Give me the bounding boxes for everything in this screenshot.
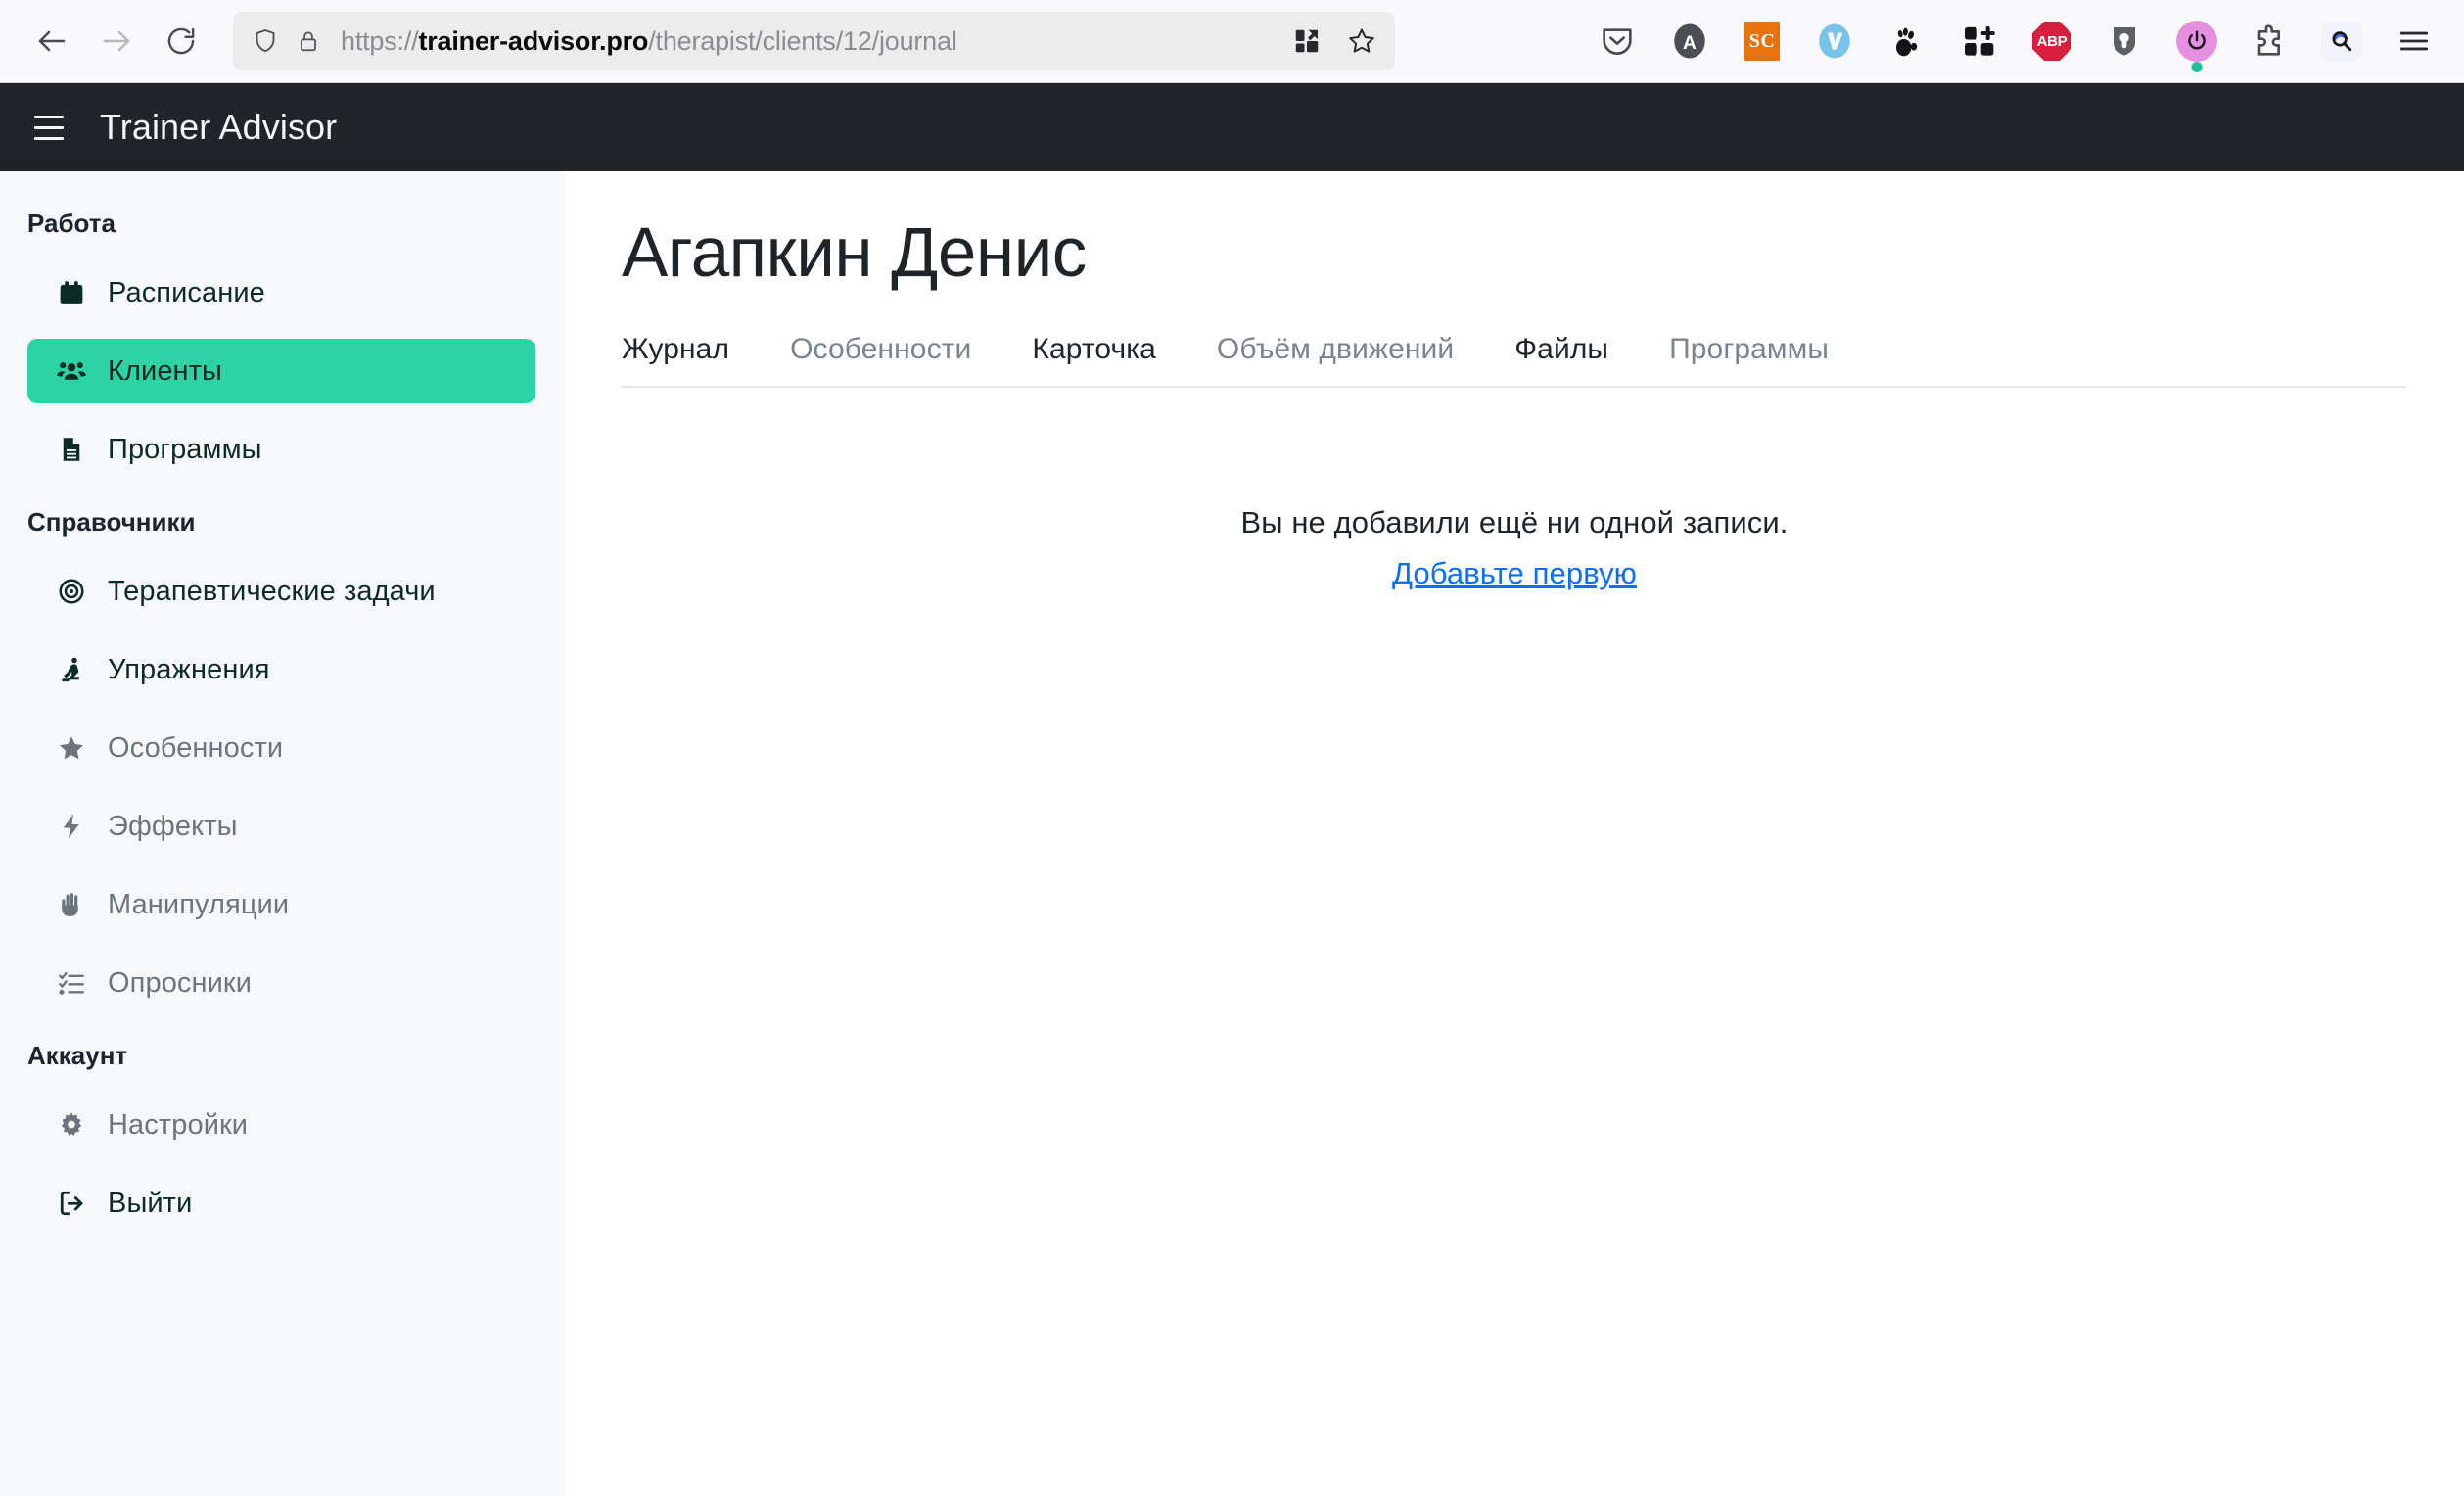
sidebar-item-label: Терапевтические задачи [108,575,436,607]
sidebar-item-effects[interactable]: Эффекты [27,794,535,859]
sidebar-group-title: Справочники [27,507,196,537]
url-text: https://trainer-advisor.pro/therapist/cl… [335,26,1268,57]
extensions-puzzle-icon[interactable] [2247,19,2292,64]
sidebar: Работа Расписание Клиенты Программы Спра… [0,171,565,1496]
app-shell: Работа Расписание Клиенты Программы Спра… [0,171,2464,1496]
browser-toolbar: https://trainer-advisor.pro/therapist/cl… [0,0,2464,83]
vimium-v-icon[interactable] [1812,19,1857,64]
sidebar-group-title: Работа [27,209,116,238]
sidebar-item-label: Эффекты [108,810,238,842]
hamburger-line [34,136,64,140]
status-dot [2191,62,2203,72]
calendar-icon [55,276,88,309]
sidebar-item-schedule[interactable]: Расписание [27,260,535,325]
search-magnifier-icon[interactable] [2319,19,2364,64]
back-button[interactable] [22,11,82,71]
grid-plus-icon[interactable] [1957,19,2002,64]
sidebar-item-questionnaires[interactable]: Опросники [27,951,535,1015]
gear-icon [55,1108,88,1142]
tab-programs[interactable]: Программы [1639,333,1859,366]
person-exercise-icon [55,653,88,686]
hand-icon [55,888,88,921]
empty-state-message: Вы не добавили ещё ни одной записи. [1240,505,1789,540]
logout-icon [55,1187,88,1220]
hamburger-line [34,125,64,129]
browser-menu-icon[interactable] [2392,19,2437,64]
forward-button[interactable] [86,11,147,71]
address-bar[interactable]: https://trainer-advisor.pro/therapist/cl… [233,12,1395,70]
client-tabs: Журнал Особенности Карточка Объём движен… [622,333,2407,389]
svg-text:A: A [1683,33,1697,54]
reader-view-icon[interactable] [1287,22,1326,61]
sidebar-group-work: Работа Расписание Клиенты Программы [0,209,565,482]
browser-nav-buttons [22,11,211,71]
pocket-icon[interactable] [1595,19,1640,64]
lightning-bolt-icon [55,810,88,843]
sidebar-item-label: Манипуляции [108,888,290,920]
url-domain: trainer-advisor.pro [418,25,649,56]
sidebar-item-manipulations[interactable]: Манипуляции [27,872,535,937]
main-content: Агапкин Денис Журнал Особенности Карточк… [565,171,2464,1496]
sidebar-group-catalogs: Справочники Терапевтические задачи Упраж… [0,507,565,1015]
star-icon [55,731,88,765]
app-navbar: Trainer Advisor [0,83,2464,171]
sidebar-toggle-icon[interactable] [22,100,76,155]
power-toggle-icon[interactable] [2174,19,2219,72]
app-brand[interactable]: Trainer Advisor [100,107,337,148]
sidebar-item-label: Расписание [108,276,265,308]
sidebar-item-label: Настройки [108,1108,249,1141]
tab-files[interactable]: Файлы [1484,333,1639,366]
tab-features[interactable]: Особенности [760,333,1001,366]
sidebar-item-exercises[interactable]: Упражнения [27,637,535,702]
sidebar-group-title: Аккаунт [27,1041,128,1070]
abp-label: ABP [2032,22,2071,61]
screenshot-sc-icon[interactable]: SC [1740,19,1785,64]
checklist-icon [55,966,88,1000]
bookmark-star-icon[interactable] [1342,22,1381,61]
sidebar-group-account: Аккаунт Настройки Выйти [0,1041,565,1236]
people-group-icon [55,354,88,388]
browser-extension-icons: A SC ABP [1595,19,2442,72]
sidebar-item-label: Упражнения [108,653,270,685]
tab-range-of-motion[interactable]: Объём движений [1186,333,1484,366]
adblock-plus-icon[interactable]: ABP [2029,19,2074,64]
sidebar-item-label: Программы [108,433,262,465]
sidebar-item-logout[interactable]: Выйти [27,1171,535,1236]
add-first-entry-link[interactable]: Добавьте первую [1392,556,1637,590]
reload-button[interactable] [151,11,211,71]
sidebar-item-label: Опросники [108,966,253,999]
empty-state: Вы не добавили ещё ни одной записи. Доба… [622,505,2407,591]
lock-icon[interactable] [292,24,325,58]
sidebar-item-features[interactable]: Особенности [27,716,535,780]
sidebar-item-clients[interactable]: Клиенты [27,339,535,403]
target-icon [55,575,88,608]
power-circle [2176,21,2217,62]
gnome-foot-icon[interactable] [1884,19,1929,64]
sidebar-item-label: Выйти [108,1187,193,1219]
sidebar-item-settings[interactable]: Настройки [27,1093,535,1157]
sidebar-item-label: Особенности [108,731,284,764]
address-bar-actions [1287,22,1381,61]
url-path: /therapist/clients/12/journal [648,25,957,56]
adblock-a-icon[interactable]: A [1667,19,1712,64]
sc-label: SC [1744,22,1780,61]
search-badge [2321,21,2362,62]
page-title: Агапкин Денис [622,214,1087,292]
tab-card[interactable]: Карточка [1001,333,1186,366]
bitwarden-icon[interactable] [2102,19,2147,64]
sidebar-item-programs[interactable]: Программы [27,417,535,482]
hamburger-line [34,115,64,118]
url-scheme: https:// [341,25,419,56]
sidebar-item-label: Клиенты [108,354,222,387]
sidebar-item-therapeutic-tasks[interactable]: Терапевтические задачи [27,559,535,624]
tab-journal[interactable]: Журнал [622,333,760,366]
shield-icon[interactable] [249,24,282,58]
document-lines-icon [55,433,88,466]
